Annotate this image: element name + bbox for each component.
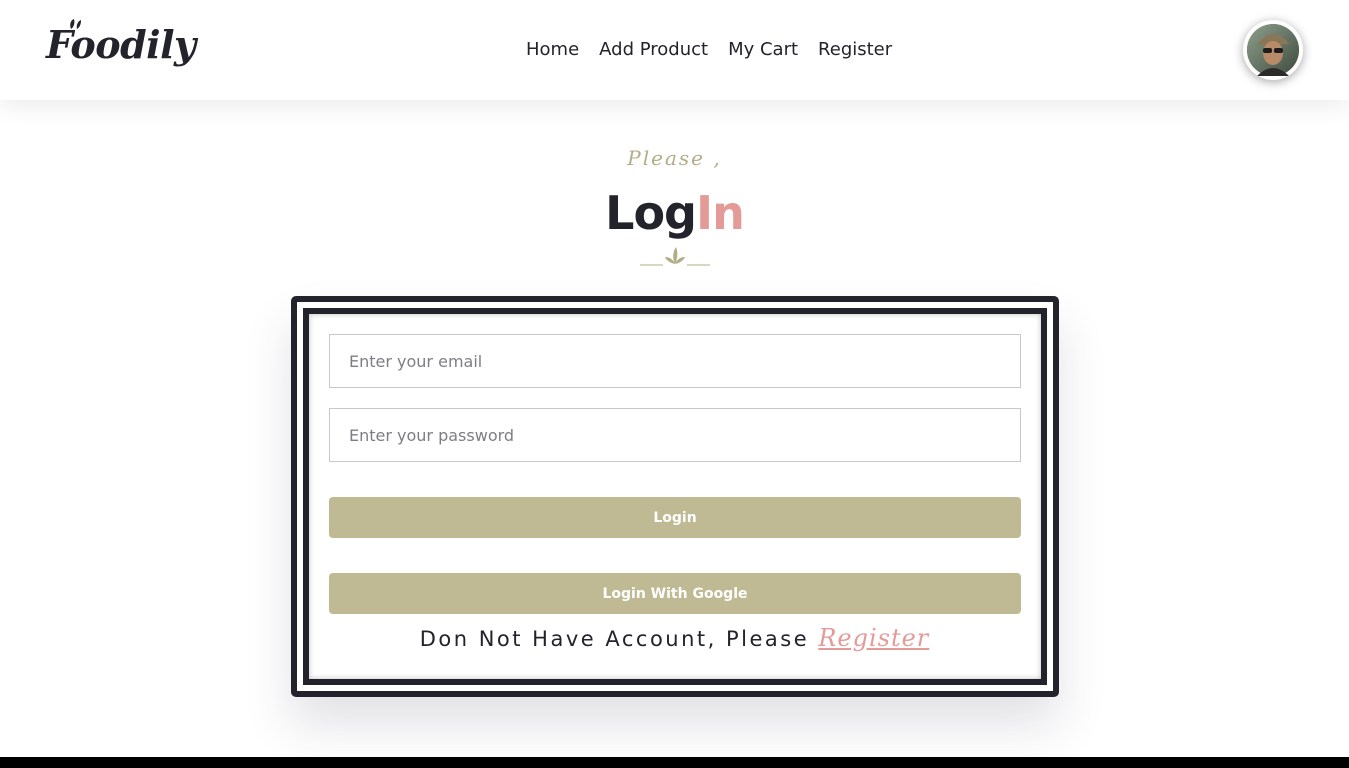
avatar-icon [1247,24,1299,76]
nav-register[interactable]: Register [818,38,892,62]
password-input[interactable] [329,408,1021,462]
page-title-part2: In [695,186,745,240]
register-prompt: Don Not Have Account, Please Register [0,624,1349,652]
page-title: LogIn [0,186,1349,240]
footer [0,757,1349,768]
leaf-icon [70,19,81,29]
page-subtitle: Please , [627,146,722,170]
register-link[interactable]: Register [818,624,929,652]
email-input[interactable] [329,334,1021,388]
header: Foodily Home Add Product My Cart Registe… [0,0,1349,100]
brand-logo[interactable]: Foodily [46,19,196,67]
google-login-button[interactable]: Login With Google [329,573,1021,614]
main-nav: Home Add Product My Cart Register [526,38,912,62]
nav-home[interactable]: Home [526,38,579,62]
nav-add-product[interactable]: Add Product [599,38,708,62]
user-avatar[interactable] [1243,20,1303,80]
page-title-part1: Log [605,186,697,240]
leaf-divider-icon [640,247,710,266]
nav-my-cart[interactable]: My Cart [728,38,798,62]
register-prompt-text: Don Not Have Account, Please [419,627,819,651]
login-button[interactable]: Login [329,497,1021,538]
